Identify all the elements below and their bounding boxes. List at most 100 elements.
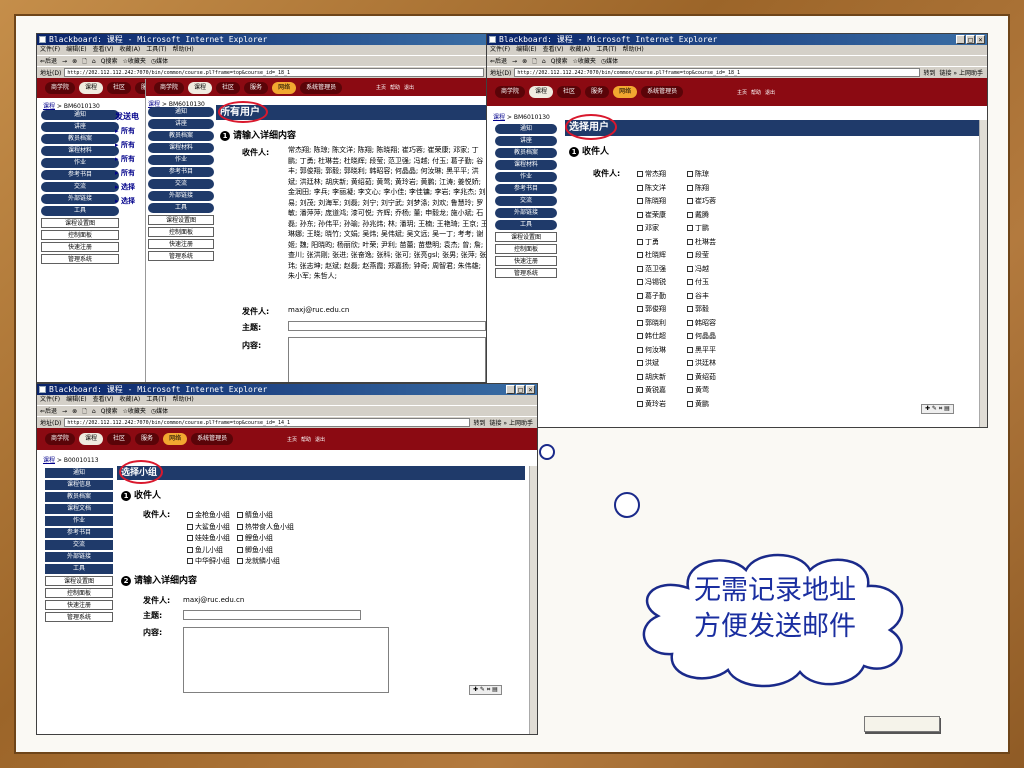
- recipient-option[interactable]: 陈文洋: [637, 182, 687, 196]
- toolbar-button[interactable]: Q搜索: [101, 58, 118, 65]
- checkbox[interactable]: [687, 211, 693, 218]
- checkbox[interactable]: [637, 346, 643, 353]
- toolbar-button[interactable]: ◷媒体: [151, 58, 168, 65]
- recipient-option[interactable]: 冯锡锐: [637, 276, 687, 290]
- group-option[interactable]: 中华鲟小组: [187, 556, 237, 568]
- maximize-button[interactable]: □: [516, 385, 525, 394]
- content-textarea[interactable]: [183, 627, 389, 693]
- recipient-option[interactable]: 崔荣康: [637, 209, 687, 223]
- checkbox[interactable]: [687, 400, 693, 407]
- sidebar-item[interactable]: 课程材料: [495, 160, 557, 170]
- menu-item[interactable]: 工具(T): [146, 396, 166, 403]
- checkbox[interactable]: [237, 546, 243, 553]
- scrollbar[interactable]: [979, 120, 987, 427]
- nav-tab-3[interactable]: 服务: [135, 433, 160, 445]
- hidden-option[interactable]: ▸ 所有: [115, 124, 149, 138]
- checkbox[interactable]: [687, 360, 693, 366]
- sidebar-tool[interactable]: 课程设置图: [45, 576, 113, 586]
- checkbox[interactable]: [637, 252, 643, 258]
- toolbar-button[interactable]: ☆收藏夹: [572, 58, 595, 65]
- nav-tab-1[interactable]: 课程: [79, 82, 104, 94]
- group-option[interactable]: 龙就鳞小组: [237, 556, 347, 568]
- nav-icon-link[interactable]: 帮助: [390, 84, 400, 91]
- sidebar-item[interactable]: 作业: [148, 155, 214, 165]
- sidebar-item[interactable]: 交流: [495, 196, 557, 206]
- menu-item[interactable]: 收藏(A): [119, 396, 140, 403]
- toolbar-button[interactable]: →: [62, 408, 67, 415]
- toolbar-button[interactable]: →: [62, 58, 67, 65]
- checkbox[interactable]: [687, 238, 693, 245]
- checkbox[interactable]: [687, 171, 693, 177]
- nav-tab-1[interactable]: 课程: [529, 86, 554, 98]
- sidebar-tool[interactable]: 快速注册: [41, 242, 119, 252]
- group-option[interactable]: 鲫鱼小组: [237, 545, 347, 557]
- go-button[interactable]: 转到: [473, 418, 485, 427]
- toolbar-button[interactable]: 🗋: [532, 58, 537, 65]
- sidebar-item[interactable]: 课程材料: [41, 146, 119, 156]
- recipient-option[interactable]: 洪斌: [637, 357, 687, 371]
- checkbox[interactable]: [637, 211, 643, 218]
- minimize-button[interactable]: _: [506, 385, 515, 394]
- recipient-option[interactable]: 邓家: [637, 222, 687, 236]
- checkbox[interactable]: [637, 333, 643, 339]
- breadcrumb-link[interactable]: 课程: [43, 457, 55, 464]
- recipient-option[interactable]: 范卫强: [637, 263, 687, 277]
- nav-tab-0[interactable]: 商学院: [495, 86, 526, 98]
- nav-tab-4[interactable]: 网络: [163, 433, 188, 445]
- nav-icon-link[interactable]: 退出: [404, 84, 414, 91]
- sidebar-tool[interactable]: 控制面板: [495, 244, 557, 254]
- checkbox[interactable]: [687, 279, 693, 285]
- sidebar-item[interactable]: 外部链接: [495, 208, 557, 218]
- recipient-option[interactable]: 洪廷林: [687, 357, 737, 371]
- spellcheck-tools[interactable]: ✚ ✎ ⌗ ▤: [469, 685, 502, 695]
- nav-tab-1[interactable]: 课程: [188, 81, 213, 94]
- checkbox[interactable]: [687, 198, 693, 204]
- recipient-option[interactable]: 付玉: [687, 276, 737, 290]
- nav-icon-link[interactable]: 退出: [765, 89, 775, 96]
- checkbox[interactable]: [187, 546, 193, 553]
- sidebar-tool[interactable]: 快速注册: [495, 256, 557, 266]
- nav-icon-link[interactable]: 主页: [376, 84, 386, 91]
- menu-item[interactable]: 文件(F): [40, 396, 60, 403]
- sidebar-item[interactable]: 讲座: [41, 122, 119, 132]
- recipient-option[interactable]: 韩仕超: [637, 330, 687, 344]
- toolbar-button[interactable]: ⇐后退: [40, 58, 57, 65]
- recipient-option[interactable]: 黄绍茹: [687, 371, 737, 385]
- group-option[interactable]: 鲭鱼小组: [237, 510, 347, 522]
- sidebar-tool[interactable]: 快速注册: [148, 239, 214, 249]
- toolbar-button[interactable]: ⇐后退: [40, 408, 57, 415]
- sidebar-item[interactable]: 通知: [148, 107, 214, 117]
- menu-item[interactable]: 收藏(A): [119, 46, 140, 53]
- checkbox[interactable]: [187, 512, 193, 518]
- checkbox[interactable]: [687, 333, 693, 339]
- toolbar-button[interactable]: 🗋: [82, 58, 87, 65]
- menu-item[interactable]: 帮助(H): [173, 46, 194, 53]
- sidebar-item[interactable]: 交流: [148, 179, 214, 189]
- sidebar-item[interactable]: 通知: [495, 124, 557, 134]
- recipient-option[interactable]: 杜晓辉: [637, 249, 687, 263]
- recipient-option[interactable]: 郭晓利: [637, 317, 687, 331]
- sidebar-item[interactable]: 讲座: [495, 136, 557, 146]
- toolbar-button[interactable]: Q搜索: [551, 58, 568, 65]
- menu-item[interactable]: 文件(F): [490, 46, 510, 53]
- recipient-option[interactable]: 黄莺: [687, 384, 737, 398]
- nav-tab-4[interactable]: 网络: [272, 81, 297, 94]
- sidebar-item[interactable]: 参考书目: [148, 167, 214, 177]
- sidebar-item[interactable]: 工具: [45, 564, 113, 574]
- toolbar-button[interactable]: ⊗: [522, 58, 527, 65]
- recipient-option[interactable]: 戴腾: [687, 209, 737, 223]
- sidebar-tool[interactable]: 控制面板: [41, 230, 119, 240]
- nav-tab-3[interactable]: 服务: [244, 81, 269, 94]
- spellcheck-tools[interactable]: ✚ ✎ ⌗ ▤: [921, 404, 954, 414]
- hidden-option[interactable]: ▸ 所有: [115, 152, 149, 166]
- sidebar-item[interactable]: 课程材料: [148, 143, 214, 153]
- sidebar-item[interactable]: 作业: [41, 158, 119, 168]
- nav-icon-link[interactable]: 帮助: [751, 89, 761, 96]
- recipient-option[interactable]: 谷丰: [687, 290, 737, 304]
- sidebar-tool[interactable]: 快速注册: [45, 600, 113, 610]
- recipient-option[interactable]: 陈晓翔: [637, 195, 687, 209]
- sidebar-item[interactable]: 课程文档: [45, 504, 113, 514]
- nav-tab-5[interactable]: 系统管理员: [191, 433, 234, 445]
- checkbox[interactable]: [637, 238, 643, 245]
- sidebar-item[interactable]: 讲座: [148, 119, 214, 129]
